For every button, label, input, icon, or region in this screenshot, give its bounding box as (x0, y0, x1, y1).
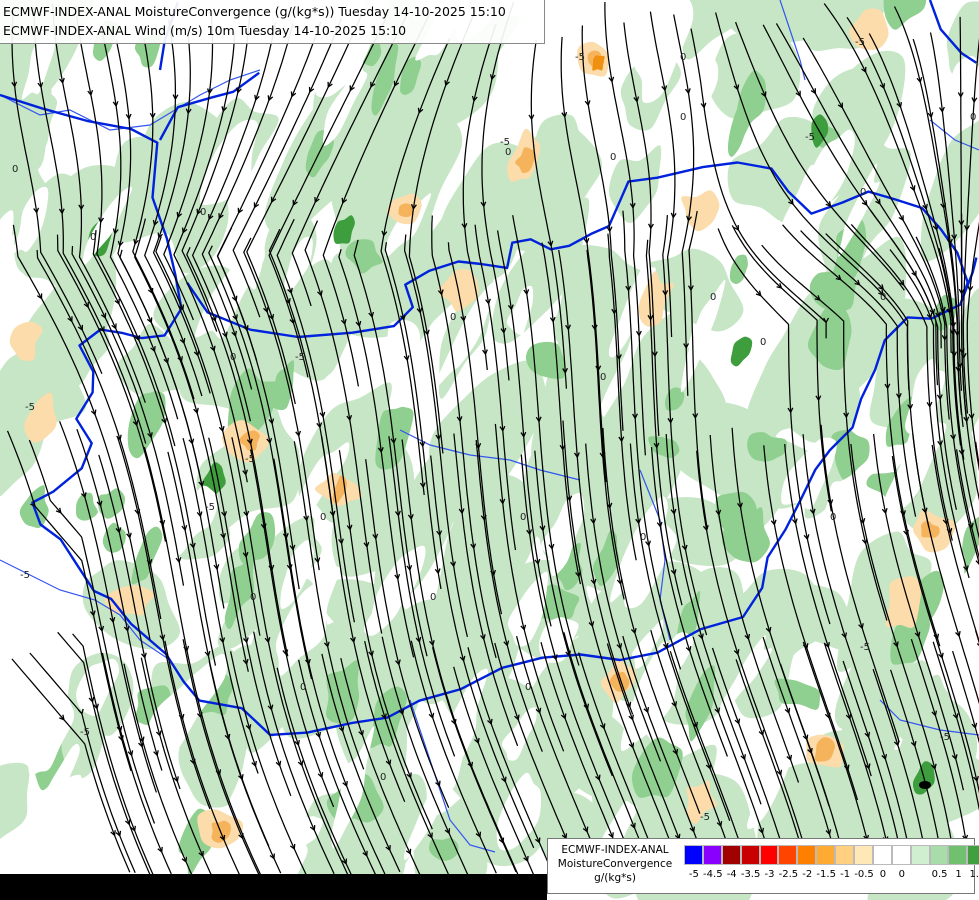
contour-label: -5 (700, 812, 710, 823)
contour-label: -5 (860, 642, 870, 653)
contour-label: 0 (505, 147, 511, 158)
contour-label: 0 (860, 187, 866, 198)
legend-swatch (835, 845, 855, 865)
color-legend: ECMWF-INDEX-ANAL MoistureConvergence g/(… (547, 838, 979, 894)
title-moisture-convergence: ECMWF-INDEX-ANAL MoistureConvergence (g/… (3, 4, 506, 19)
legend-model: ECMWF-INDEX-ANAL (561, 844, 669, 856)
legend-tick: -1.5 (816, 869, 836, 880)
legend-swatch (797, 845, 817, 865)
legend-tick: -4.5 (703, 869, 723, 880)
legend-unit: g/(kg*s) (594, 872, 636, 884)
contour-label: -5 (295, 352, 305, 363)
legend-title: ECMWF-INDEX-ANAL MoistureConvergence g/(… (548, 843, 682, 885)
contour-label: -5 (805, 132, 815, 143)
legend-swatch (872, 845, 892, 865)
contour-label: 0 (710, 292, 716, 303)
legend-swatch (721, 845, 741, 865)
contour-label: 0 (320, 512, 326, 523)
bottom-bar (0, 874, 547, 900)
legend-swatch (684, 845, 703, 865)
contour-label: 0 (200, 207, 206, 218)
contour-label: 0 (230, 352, 236, 363)
legend-swatch (910, 845, 930, 865)
legend-swatch (854, 845, 873, 865)
contour-label: 0 (680, 52, 686, 63)
legend-tick: -3.5 (740, 869, 761, 880)
legend-tick: -1 (840, 869, 851, 880)
contour-label: 0 (970, 112, 976, 123)
legend-swatch (816, 845, 836, 865)
legend-swatch (891, 845, 911, 865)
contour-label: -5 (245, 454, 255, 465)
contour-label: 0 (250, 592, 256, 603)
contour-label: 0 (600, 372, 606, 383)
legend-tick: -3 (764, 869, 775, 880)
legend-tick-labels: -5-4.5-4-3.5-3-2.5-2-1.5-1-0.5000.511.52 (684, 869, 979, 883)
legend-tick: -4 (726, 869, 737, 880)
weather-map: 0000000000 000 00000000000-5-5-5-5-5-5-5-5… (0, 0, 979, 900)
legend-tick: -0.5 (854, 869, 874, 880)
legend-color-swatches (684, 845, 979, 865)
legend-tick: 0 (879, 869, 887, 880)
contour-label: -5 (940, 732, 950, 743)
legend-swatch (740, 845, 760, 865)
contour-label: 0 (880, 292, 886, 303)
legend-tick: 0.5 (931, 869, 948, 880)
map-title-box: ECMWF-INDEX-ANAL MoistureConvergence (g/… (0, 0, 545, 44)
contour-label: -5 (500, 137, 510, 148)
legend-tick: -5 (688, 869, 699, 880)
legend-swatch (967, 845, 979, 865)
legend-tick: 1 (955, 869, 962, 880)
contour-label: 0 (640, 532, 646, 543)
contour-label: 0 (90, 232, 96, 243)
contour-label: 0 (830, 512, 836, 523)
moisture-convergence-fill (0, 0, 979, 900)
contour-label: -5 (25, 402, 35, 413)
contour-label: 0 (760, 337, 766, 348)
title-wind: ECMWF-INDEX-ANAL Wind (m/s) 10m Tuesday … (3, 23, 407, 38)
contour-label: 0 (300, 682, 306, 693)
legend-swatch (702, 845, 722, 865)
contour-label: 0 (450, 312, 456, 323)
contour-label: -5 (205, 502, 215, 513)
legend-swatch (778, 845, 798, 865)
legend-tick: 0 (898, 869, 905, 880)
contour-label: 0 (680, 112, 686, 123)
contour-label: 0 (380, 772, 386, 783)
legend-swatch (929, 845, 949, 865)
legend-swatch (948, 845, 968, 865)
contour-label: -5 (80, 727, 90, 738)
legend-variable: MoistureConvergence (557, 858, 673, 870)
contour-label: 0 (610, 152, 616, 163)
legend-tick: -2 (802, 869, 813, 880)
contour-label: -5 (575, 52, 585, 63)
contour-label: -5 (20, 570, 30, 581)
contour-label: 0 (430, 592, 436, 603)
contour-label: 0 (520, 512, 526, 523)
contour-label: 0 (525, 682, 531, 693)
contour-label: 0 (12, 164, 18, 175)
legend-tick: 1.5 (969, 869, 979, 880)
contour-label: -5 (855, 37, 865, 48)
legend-swatch (759, 845, 779, 865)
legend-tick: -2.5 (778, 869, 799, 880)
